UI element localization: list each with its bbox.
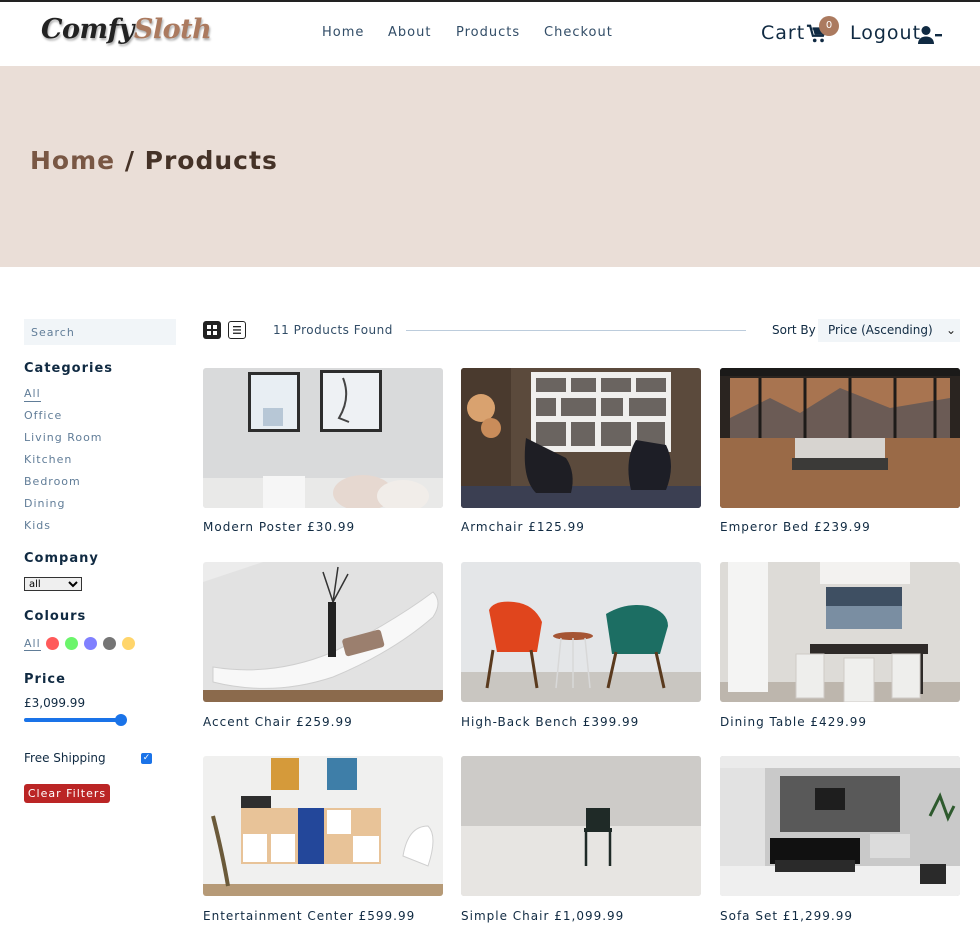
product-title: Entertainment Center: [203, 909, 354, 923]
free-shipping-label: Free Shipping: [24, 751, 106, 765]
chevron-down-icon: ⌄: [945, 323, 956, 337]
price-value: £3,099.99: [24, 696, 86, 710]
price-slider-track[interactable]: [24, 718, 124, 722]
nav-link-products[interactable]: Products: [456, 25, 520, 40]
colour-swatch-red[interactable]: [46, 637, 59, 650]
product-name-modern-poster[interactable]: Modern Poster £30.99: [203, 520, 355, 534]
category-office[interactable]: Office: [24, 409, 62, 422]
product-image-simple-chair[interactable]: [461, 756, 701, 896]
page-hero: Home / Products: [0, 66, 980, 267]
product-price: £239.99: [814, 520, 871, 534]
product-name-emperor-bed[interactable]: Emperor Bed £239.99: [720, 520, 871, 534]
cart-link[interactable]: Cart: [761, 22, 805, 44]
product-name-accent-chair[interactable]: Accent Chair £259.99: [203, 715, 353, 729]
category-all[interactable]: All: [24, 387, 41, 402]
nav-link-about[interactable]: About: [388, 25, 431, 40]
product-image-modern-poster[interactable]: [203, 368, 443, 508]
breadcrumb-separator: /: [115, 146, 145, 175]
price-title: Price: [24, 672, 66, 687]
product-name-armchair[interactable]: Armchair £125.99: [461, 520, 585, 534]
category-living-room[interactable]: Living Room: [24, 431, 103, 444]
product-title: High-Back Bench: [461, 715, 578, 729]
product-price: £399.99: [582, 715, 640, 729]
colour-swatch-green[interactable]: [65, 637, 78, 650]
dining-table-photo: [720, 562, 960, 702]
product-image-high-back-bench[interactable]: [461, 562, 701, 702]
breadcrumb-home[interactable]: Home: [30, 146, 115, 175]
product-price: £30.99: [307, 520, 356, 534]
product-name-sofa-set[interactable]: Sofa Set £1,299.99: [720, 909, 853, 923]
product-image-armchair[interactable]: [461, 368, 701, 508]
category-dining[interactable]: Dining: [24, 497, 66, 510]
product-title: Accent Chair: [203, 715, 292, 729]
colour-all[interactable]: All: [24, 637, 41, 651]
products-found-count: 11 Products Found: [273, 323, 393, 337]
product-image-sofa-set[interactable]: [720, 756, 960, 896]
colour-swatch-yellow[interactable]: [122, 637, 135, 650]
product-price: £259.99: [296, 715, 353, 729]
colours-title: Colours: [24, 609, 87, 624]
grid-icon: [207, 325, 217, 335]
search-input[interactable]: [24, 319, 176, 345]
product-name-simple-chair[interactable]: Simple Chair £1,099.99: [461, 909, 624, 923]
product-image-dining-table[interactable]: [720, 562, 960, 702]
price-slider-thumb[interactable]: [115, 714, 127, 726]
product-title: Armchair: [461, 520, 524, 534]
product-image-accent-chair[interactable]: [203, 562, 443, 702]
categories-title: Categories: [24, 361, 114, 376]
modern-poster-photo: [203, 368, 443, 508]
navbar: ComfySloth Home About Products Checkout …: [0, 2, 980, 66]
product-price: £1,099.99: [554, 909, 625, 923]
user-minus-icon[interactable]: [918, 26, 942, 44]
product-title: Modern Poster: [203, 520, 303, 534]
sofa-set-photo: [720, 756, 960, 896]
product-price: £1,299.99: [782, 909, 853, 923]
product-price: £125.99: [528, 520, 585, 534]
product-image-entertainment-center[interactable]: [203, 756, 443, 896]
clear-filters-button[interactable]: Clear Filters: [24, 784, 110, 803]
free-shipping-checkbox[interactable]: ✓: [141, 753, 152, 764]
colour-swatch-grey[interactable]: [103, 637, 116, 650]
nav-link-checkout[interactable]: Checkout: [544, 25, 613, 40]
category-kitchen[interactable]: Kitchen: [24, 453, 72, 466]
accent-chair-photo: [203, 562, 443, 702]
armchair-photo: [461, 368, 701, 508]
product-image-emperor-bed[interactable]: [720, 368, 960, 508]
product-price: £599.99: [358, 909, 416, 923]
sort-selected-value: Price (Ascending): [828, 323, 933, 337]
cart-count-badge: 0: [819, 16, 839, 36]
product-name-entertainment-center[interactable]: Entertainment Center £599.99: [203, 909, 415, 923]
list-view-button[interactable]: [228, 321, 246, 339]
logout-button[interactable]: Logout: [850, 22, 921, 44]
sort-select[interactable]: Price (Ascending) ⌄: [818, 319, 960, 342]
colour-swatch-blue[interactable]: [84, 637, 97, 650]
company-select[interactable]: all: [24, 577, 82, 591]
product-name-dining-table[interactable]: Dining Table £429.99: [720, 715, 867, 729]
list-icon: [233, 326, 241, 334]
product-title: Sofa Set: [720, 909, 779, 923]
product-name-high-back-bench[interactable]: High-Back Bench £399.99: [461, 715, 639, 729]
nav-link-home[interactable]: Home: [322, 25, 364, 40]
high-back-bench-photo: [461, 562, 701, 702]
simple-chair-photo: [461, 756, 701, 896]
product-title: Simple Chair: [461, 909, 550, 923]
category-bedroom[interactable]: Bedroom: [24, 475, 81, 488]
product-title: Dining Table: [720, 715, 806, 729]
product-title: Emperor Bed: [720, 520, 810, 534]
category-kids[interactable]: Kids: [24, 519, 51, 532]
breadcrumb-current: Products: [144, 146, 278, 175]
breadcrumb: Home / Products: [30, 146, 278, 175]
sort-label: Sort By: [772, 323, 816, 337]
sort-divider: [406, 330, 746, 331]
company-title: Company: [24, 551, 99, 566]
grid-view-button[interactable]: [203, 321, 221, 339]
product-price: £429.99: [810, 715, 868, 729]
entertainment-center-photo: [203, 756, 443, 896]
emperor-bed-photo: [720, 368, 960, 508]
